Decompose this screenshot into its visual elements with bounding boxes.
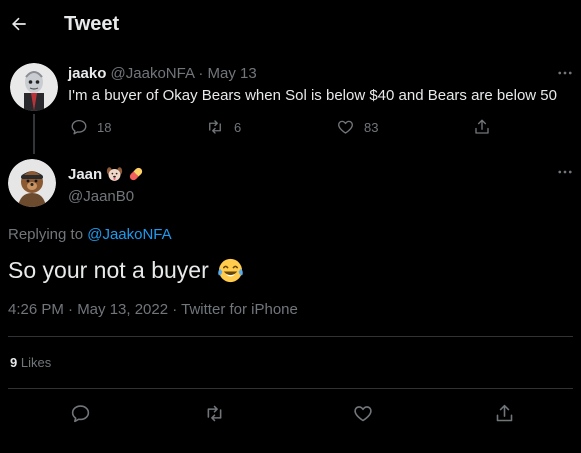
reply-button[interactable] bbox=[68, 401, 92, 425]
main-tweet-text: So your not a buyer bbox=[8, 257, 209, 283]
divider bbox=[8, 388, 573, 389]
like-button[interactable] bbox=[351, 401, 375, 425]
pill-icon bbox=[130, 167, 143, 181]
page-title: Tweet bbox=[64, 13, 120, 35]
like-button[interactable]: 83 bbox=[336, 118, 378, 136]
arrow-left-icon bbox=[12, 17, 26, 31]
main-author-name[interactable]: Jaan bbox=[68, 166, 102, 183]
heart-icon bbox=[338, 120, 353, 134]
meta-separator: · bbox=[198, 65, 204, 82]
main-tweet-timestamp[interactable]: 4:26 PM · May 13, 2022 · Twitter for iPh… bbox=[8, 301, 298, 318]
retweet-button[interactable]: 6 bbox=[205, 118, 241, 136]
reply-icon bbox=[71, 119, 87, 135]
avatar-jaan[interactable] bbox=[8, 159, 56, 207]
top-bar: Tweet bbox=[0, 0, 581, 52]
share-button[interactable] bbox=[473, 118, 491, 136]
replying-to-label: Replying to bbox=[8, 226, 84, 243]
parent-tweet-date[interactable]: May 13 bbox=[207, 65, 256, 82]
retweet-count: 6 bbox=[234, 119, 242, 135]
main-author-name-row: Jaan bbox=[68, 165, 145, 183]
more-options-icon[interactable] bbox=[555, 63, 575, 83]
reply-icon bbox=[71, 404, 89, 422]
divider bbox=[8, 336, 573, 337]
share-icon bbox=[475, 119, 489, 134]
likes-summary[interactable]: 9 Likes bbox=[10, 355, 51, 370]
face-with-tears-of-joy-icon bbox=[217, 258, 243, 283]
heart-icon bbox=[354, 405, 372, 421]
replying-to-line: Replying to @JaakoNFA bbox=[8, 226, 172, 243]
dog-face-icon bbox=[107, 166, 123, 181]
like-count: 83 bbox=[364, 119, 379, 135]
retweet-button[interactable] bbox=[202, 401, 226, 425]
likes-label: Likes bbox=[20, 355, 52, 370]
main-author-handle[interactable]: @JaanB0 bbox=[68, 188, 134, 205]
share-button[interactable] bbox=[492, 401, 516, 425]
likes-count: 9 bbox=[10, 355, 18, 370]
main-tweet-text-row: So your not a buyer bbox=[8, 257, 244, 284]
retweet-icon bbox=[207, 405, 221, 421]
thread-connector-line bbox=[33, 114, 35, 154]
avatar-jaako[interactable] bbox=[10, 63, 58, 111]
replying-to-handle-link[interactable]: @JaakoNFA bbox=[87, 226, 171, 243]
reply-count: 18 bbox=[97, 119, 112, 135]
retweet-icon bbox=[209, 120, 221, 134]
more-options-icon[interactable] bbox=[555, 162, 575, 182]
parent-author-name[interactable]: jaako bbox=[68, 65, 106, 82]
back-button[interactable] bbox=[4, 6, 34, 42]
share-icon bbox=[496, 404, 512, 421]
parent-author-handle[interactable]: @JaakoNFA bbox=[111, 65, 195, 82]
reply-button[interactable]: 18 bbox=[70, 118, 111, 136]
parent-tweet-text: I'm a buyer of Okay Bears when Sol is be… bbox=[68, 87, 557, 104]
parent-tweet-header: jaako @JaakoNFA · May 13 bbox=[68, 65, 257, 82]
